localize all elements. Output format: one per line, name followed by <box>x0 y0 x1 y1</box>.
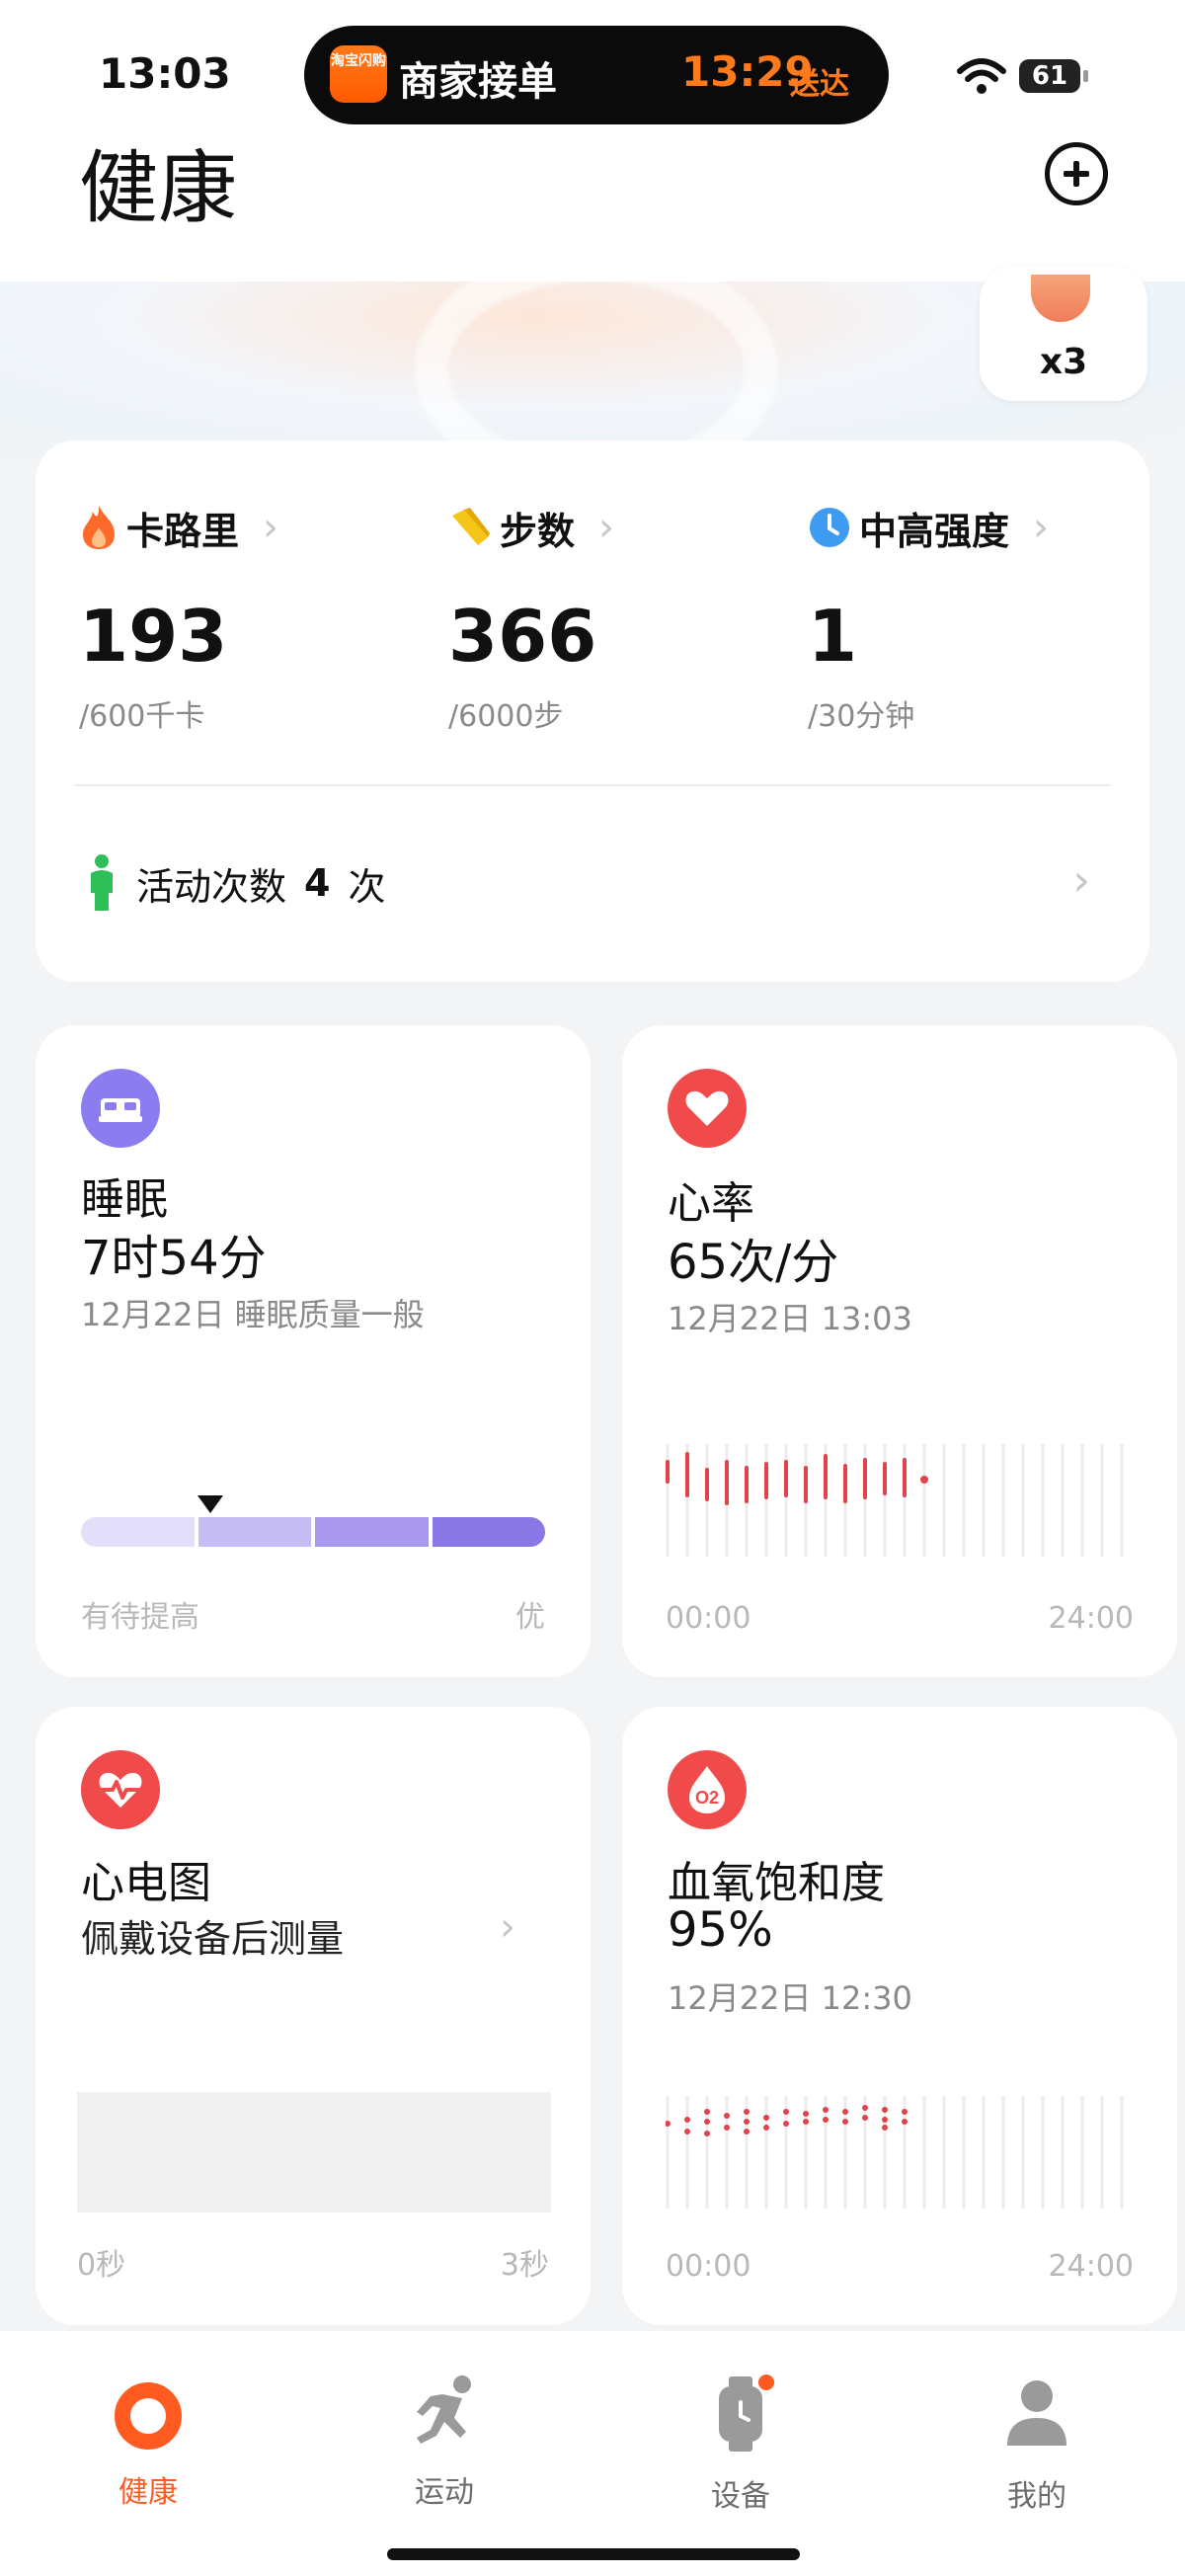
nav-label: 健康 <box>118 2475 178 2510</box>
sleep-quality-bar <box>81 1517 545 1547</box>
island-eta-label: 送达 <box>790 67 849 102</box>
metric-goal: /600千卡 <box>79 699 205 734</box>
quality-low-label: 有待提高 <box>81 1600 199 1635</box>
chart-axis-end: 3秒 <box>500 2248 549 2283</box>
spo2-chart <box>666 2096 1124 2209</box>
o2-drop-icon: O2 <box>668 1750 747 1829</box>
health-ring-icon <box>115 2382 182 2450</box>
metric-calories[interactable]: 卡路里 › 193 /600千卡 <box>79 500 279 734</box>
runner-icon <box>417 2375 471 2444</box>
chevron-right-icon: › <box>263 505 279 550</box>
svg-text:O2: O2 <box>695 1788 719 1808</box>
heart-icon <box>668 1069 747 1148</box>
bottom-navigation: 健康 运动 设备 我的 <box>0 2331 1185 2576</box>
shoe-icon <box>452 508 490 545</box>
sleep-duration: 7时54分 <box>81 1231 267 1286</box>
chevron-right-icon: › <box>598 505 615 550</box>
person-icon <box>91 854 113 911</box>
sleep-quality-marker <box>198 1495 223 1513</box>
nav-label: 设备 <box>711 2479 770 2514</box>
bed-icon <box>81 1069 160 1148</box>
watch-icon <box>719 2375 774 2452</box>
divider <box>75 784 1110 786</box>
heart-rate-value: 65次/分 <box>668 1235 839 1290</box>
metric-value: 193 <box>79 595 228 678</box>
metric-name: 中高强度 <box>859 509 1010 553</box>
blood-oxygen-card[interactable]: O2 血氧饱和度 95% 12月22日 12:30 00:00 24:00 <box>622 1707 1177 2325</box>
add-button[interactable] <box>1045 142 1108 205</box>
wifi-icon <box>957 58 1006 94</box>
metric-value: 366 <box>448 595 597 678</box>
nav-item-health[interactable]: 健康 <box>49 2373 247 2510</box>
quality-segment <box>198 1517 311 1547</box>
heart-rate-subtitle: 12月22日 13:03 <box>668 1300 912 1337</box>
chevron-right-icon: › <box>1072 855 1090 906</box>
metric-steps[interactable]: 步数 › 366 /6000步 <box>448 500 615 734</box>
quality-segment <box>81 1517 195 1547</box>
heart-rate-title: 心率 <box>668 1178 754 1229</box>
taobao-flash-icon: 淘宝闪购 <box>330 45 387 103</box>
chart-axis-end: 24:00 <box>1048 2249 1134 2284</box>
quality-segment <box>315 1517 429 1547</box>
clock-icon <box>810 508 849 547</box>
ecg-chart-placeholder <box>77 2092 551 2213</box>
ice-cream-icon <box>1031 275 1090 322</box>
ecg-heart-icon <box>81 1750 160 1829</box>
chart-axis-start: 00:00 <box>666 2249 751 2284</box>
ecg-card[interactable]: 心电图 佩戴设备后测量 › 0秒 3秒 <box>36 1707 591 2325</box>
heart-rate-chart <box>666 1444 1124 1557</box>
status-time: 13:03 <box>99 49 231 98</box>
flame-icon <box>83 506 115 549</box>
sessions-unit: 次 <box>348 864 386 909</box>
sleep-title: 睡眠 <box>81 1174 168 1225</box>
sessions-count: 4 <box>304 861 331 905</box>
nav-item-exercise[interactable]: 运动 <box>346 2373 543 2510</box>
nav-item-profile[interactable]: 我的 <box>938 2373 1136 2514</box>
metric-name: 卡路里 <box>126 509 240 553</box>
island-app-name: 商家接单 <box>399 59 557 105</box>
spo2-title: 血氧饱和度 <box>668 1858 885 1908</box>
metric-name: 步数 <box>500 509 576 553</box>
chevron-right-icon: › <box>1033 505 1050 550</box>
chart-axis-end: 24:00 <box>1048 1601 1134 1636</box>
ecg-subtitle: 佩戴设备后测量 <box>81 1917 345 1961</box>
sessions-label: 活动次数 <box>136 864 287 909</box>
chart-axis-start: 0秒 <box>77 2248 126 2283</box>
home-indicator[interactable] <box>387 2548 800 2560</box>
quality-high-label: 优 <box>515 1600 545 1635</box>
nav-label: 运动 <box>415 2475 474 2510</box>
page-title: 健康 <box>79 142 237 234</box>
reward-badge[interactable]: x3 <box>980 267 1147 401</box>
heart-rate-card[interactable]: 心率 65次/分 12月22日 13:03 00:00 24:00 <box>622 1025 1177 1677</box>
nav-item-devices[interactable]: 设备 <box>642 2373 839 2514</box>
chart-axis-start: 00:00 <box>666 1601 751 1636</box>
metric-intensity[interactable]: 中高强度 › 1 /30分钟 <box>808 500 1050 734</box>
sleep-card[interactable]: 睡眠 7时54分 12月22日 睡眠质量一般 有待提高 优 <box>36 1025 591 1677</box>
nav-label: 我的 <box>1007 2479 1066 2514</box>
spo2-subtitle: 12月22日 12:30 <box>668 1979 912 2017</box>
ecg-title: 心电图 <box>81 1858 211 1908</box>
dynamic-island[interactable]: 淘宝闪购 商家接单 13:29 送达 <box>304 26 889 124</box>
profile-icon <box>1007 2380 1066 2446</box>
activity-sessions-row[interactable]: 活动次数 4 次 <box>85 853 385 913</box>
reward-count: x3 <box>1039 342 1088 382</box>
metric-value: 1 <box>808 595 858 678</box>
spo2-value: 95% <box>668 1902 773 1958</box>
quality-segment <box>432 1517 545 1547</box>
sleep-subtitle: 12月22日 睡眠质量一般 <box>81 1296 425 1333</box>
chevron-right-icon: › <box>500 1904 515 1950</box>
battery-indicator: 61 <box>1019 59 1088 93</box>
metric-goal: /30分钟 <box>808 699 915 734</box>
activity-summary-card[interactable]: 卡路里 › 193 /600千卡 步数 › 366 /6000步 中高强度 › … <box>36 441 1149 982</box>
metric-goal: /6000步 <box>448 699 564 734</box>
